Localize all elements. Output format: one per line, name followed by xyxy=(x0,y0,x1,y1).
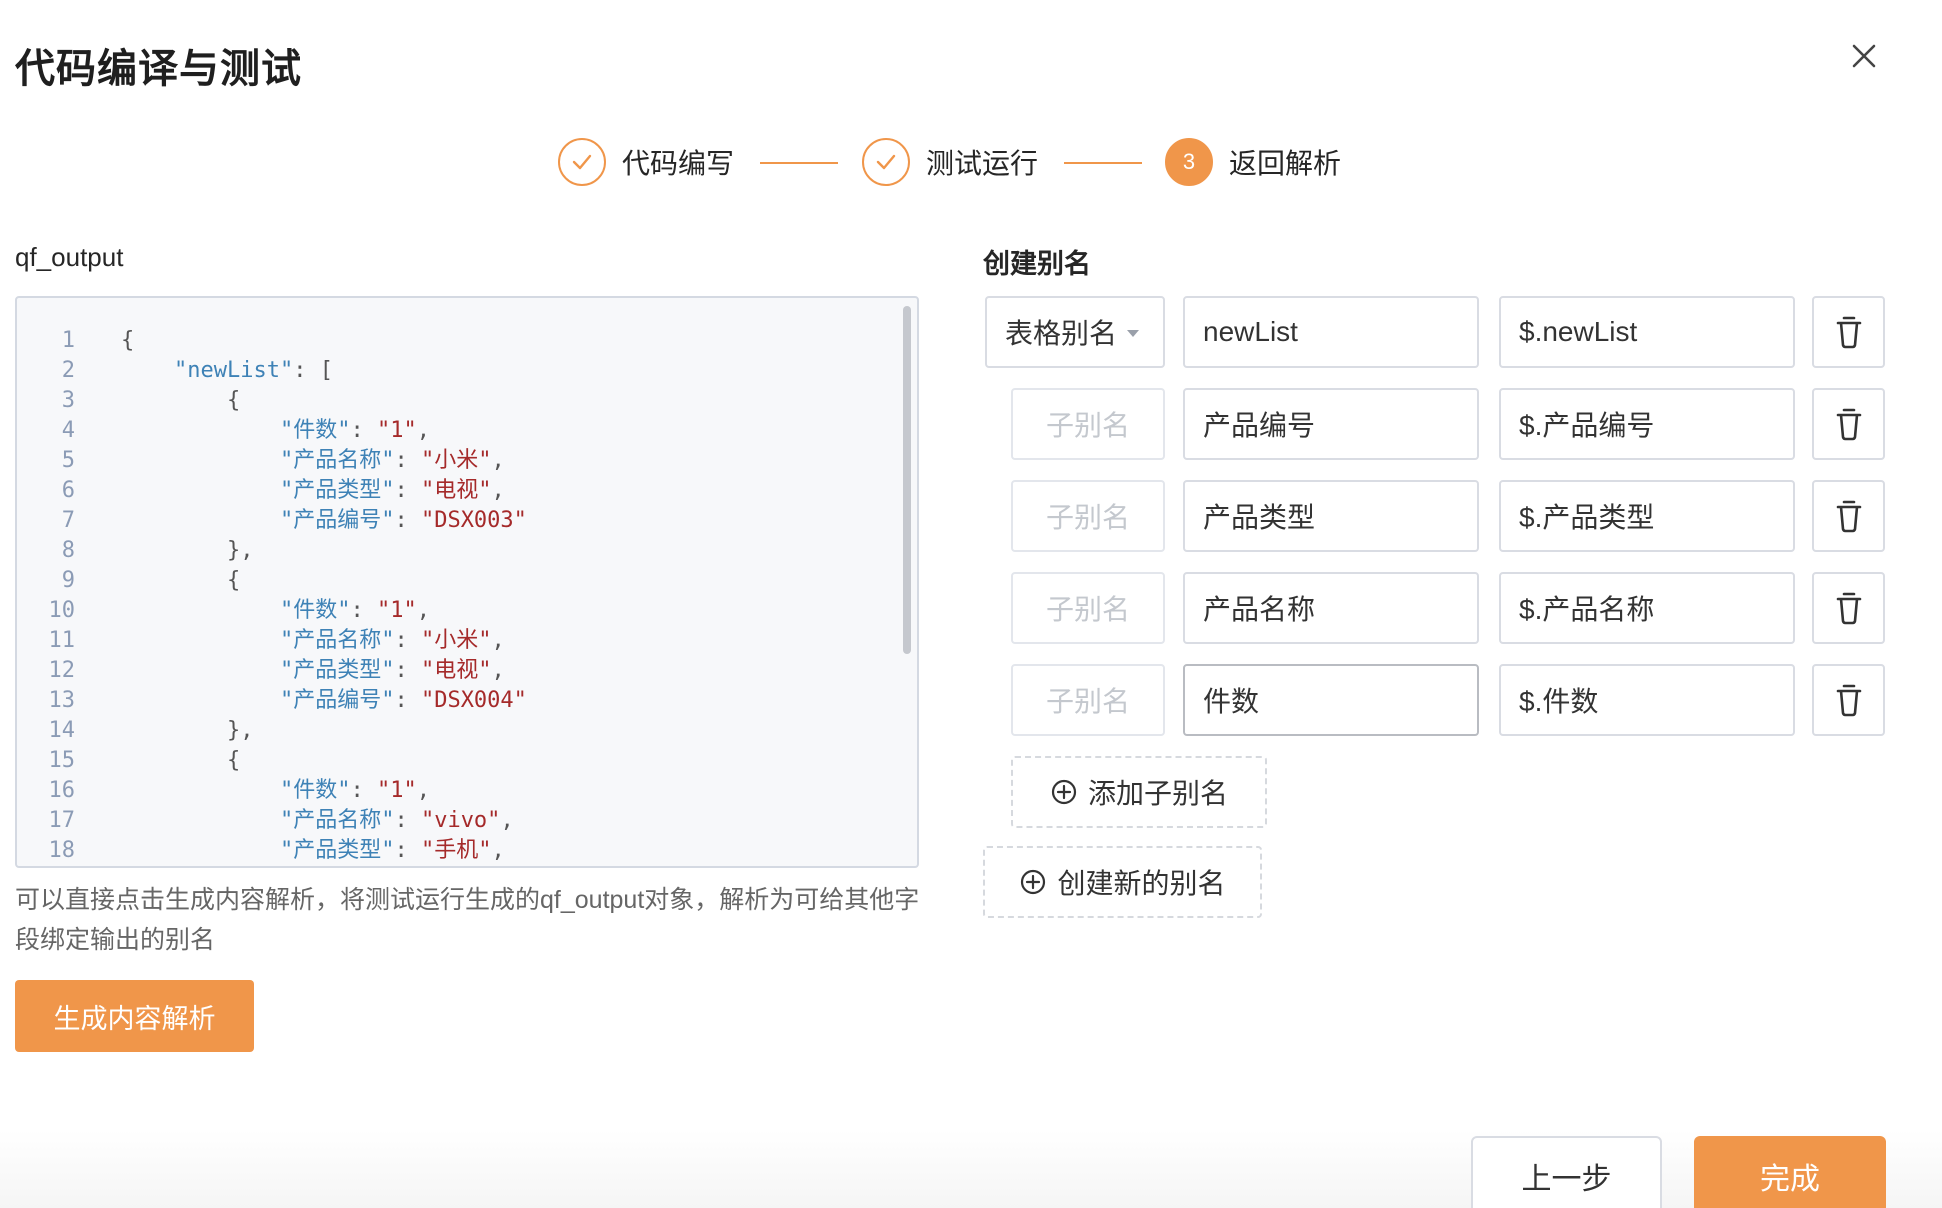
trash-icon xyxy=(1836,684,1861,717)
previous-step-button[interactable]: 上一步 xyxy=(1471,1136,1662,1208)
alias-name-input[interactable]: newList xyxy=(1183,296,1479,368)
alias-name-input[interactable]: 件数 xyxy=(1183,664,1479,736)
delete-alias-button[interactable] xyxy=(1812,664,1885,736)
alias-row-table: 表格别名 newList $.newList xyxy=(0,296,1942,368)
check-icon xyxy=(558,138,606,186)
alias-path-input[interactable]: $.产品类型 xyxy=(1499,480,1795,552)
delete-alias-button[interactable] xyxy=(1812,572,1885,644)
parse-hint: 可以直接点击生成内容解析，将测试运行生成的qf_output对象，解析为可给其他… xyxy=(15,886,920,954)
sub-alias-label: 子别名 xyxy=(1011,572,1165,644)
alias-path-input[interactable]: $.newList xyxy=(1499,296,1795,368)
delete-alias-button[interactable] xyxy=(1812,296,1885,368)
alias-path-input[interactable]: $.产品编号 xyxy=(1499,388,1795,460)
alias-row-sub: 子别名 产品类型 $.产品类型 xyxy=(0,480,1942,552)
step-label: 测试运行 xyxy=(926,148,1039,179)
steps: 代码编写 测试运行 3 返回解析 xyxy=(0,136,1942,188)
step-label: 代码编写 xyxy=(622,148,735,179)
trash-icon xyxy=(1836,592,1861,625)
step-test-run: 测试运行 xyxy=(862,136,1038,188)
sub-alias-label: 子别名 xyxy=(1011,664,1165,736)
code-line: 17 "产品名称": "vivo", xyxy=(48,808,514,833)
code-line: 15 { xyxy=(48,748,241,773)
delete-alias-button[interactable] xyxy=(1812,480,1885,552)
close-icon[interactable] xyxy=(1846,38,1882,74)
dialog-title: 代码编译与测试 xyxy=(15,47,302,91)
add-sub-alias-button[interactable]: 添加子别名 xyxy=(1011,756,1267,828)
finish-button[interactable]: 完成 xyxy=(1694,1136,1886,1208)
step-connector xyxy=(760,162,838,164)
step-connector xyxy=(1064,162,1142,164)
sub-alias-label: 子别名 xyxy=(1011,388,1165,460)
alias-name-input[interactable]: 产品名称 xyxy=(1183,572,1479,644)
create-alias-title: 创建别名 xyxy=(983,249,1091,279)
create-alias-button[interactable]: 创建新的别名 xyxy=(983,846,1262,918)
alias-path-input[interactable]: $.件数 xyxy=(1499,664,1795,736)
step-label: 返回解析 xyxy=(1229,148,1342,179)
step-number-badge: 3 xyxy=(1165,138,1213,186)
alias-row-sub: 子别名 产品名称 $.产品名称 xyxy=(0,572,1942,644)
code-line: 18 "产品类型": "手机", xyxy=(48,838,505,863)
alias-type-select[interactable]: 表格别名 xyxy=(985,296,1165,368)
sub-alias-label: 子别名 xyxy=(1011,480,1165,552)
trash-icon xyxy=(1836,500,1861,533)
alias-row-sub: 子别名 件数 $.件数 xyxy=(0,664,1942,736)
caret-down-icon xyxy=(1127,330,1139,337)
delete-alias-button[interactable] xyxy=(1812,388,1885,460)
alias-row-sub: 子别名 产品编号 $.产品编号 xyxy=(0,388,1942,460)
dialog: 代码编译与测试 代码编写 测试运行 3 返回解析 qf_output 1 {2… xyxy=(0,0,1942,1208)
step-code-write: 代码编写 xyxy=(558,136,734,188)
alias-name-input[interactable]: 产品编号 xyxy=(1183,388,1479,460)
generate-parse-button[interactable]: 生成内容解析 xyxy=(15,980,254,1052)
alias-name-input[interactable]: 产品类型 xyxy=(1183,480,1479,552)
trash-icon xyxy=(1836,408,1861,441)
alias-path-input[interactable]: $.产品名称 xyxy=(1499,572,1795,644)
plus-circle-icon xyxy=(1051,779,1077,805)
check-icon xyxy=(862,138,910,186)
plus-circle-icon xyxy=(1021,869,1046,895)
code-line: 16 "件数": "1", xyxy=(48,778,430,803)
trash-icon xyxy=(1836,316,1861,349)
step-return-parse: 3 返回解析 xyxy=(1165,136,1341,188)
code-field-label: qf_output xyxy=(15,242,124,272)
